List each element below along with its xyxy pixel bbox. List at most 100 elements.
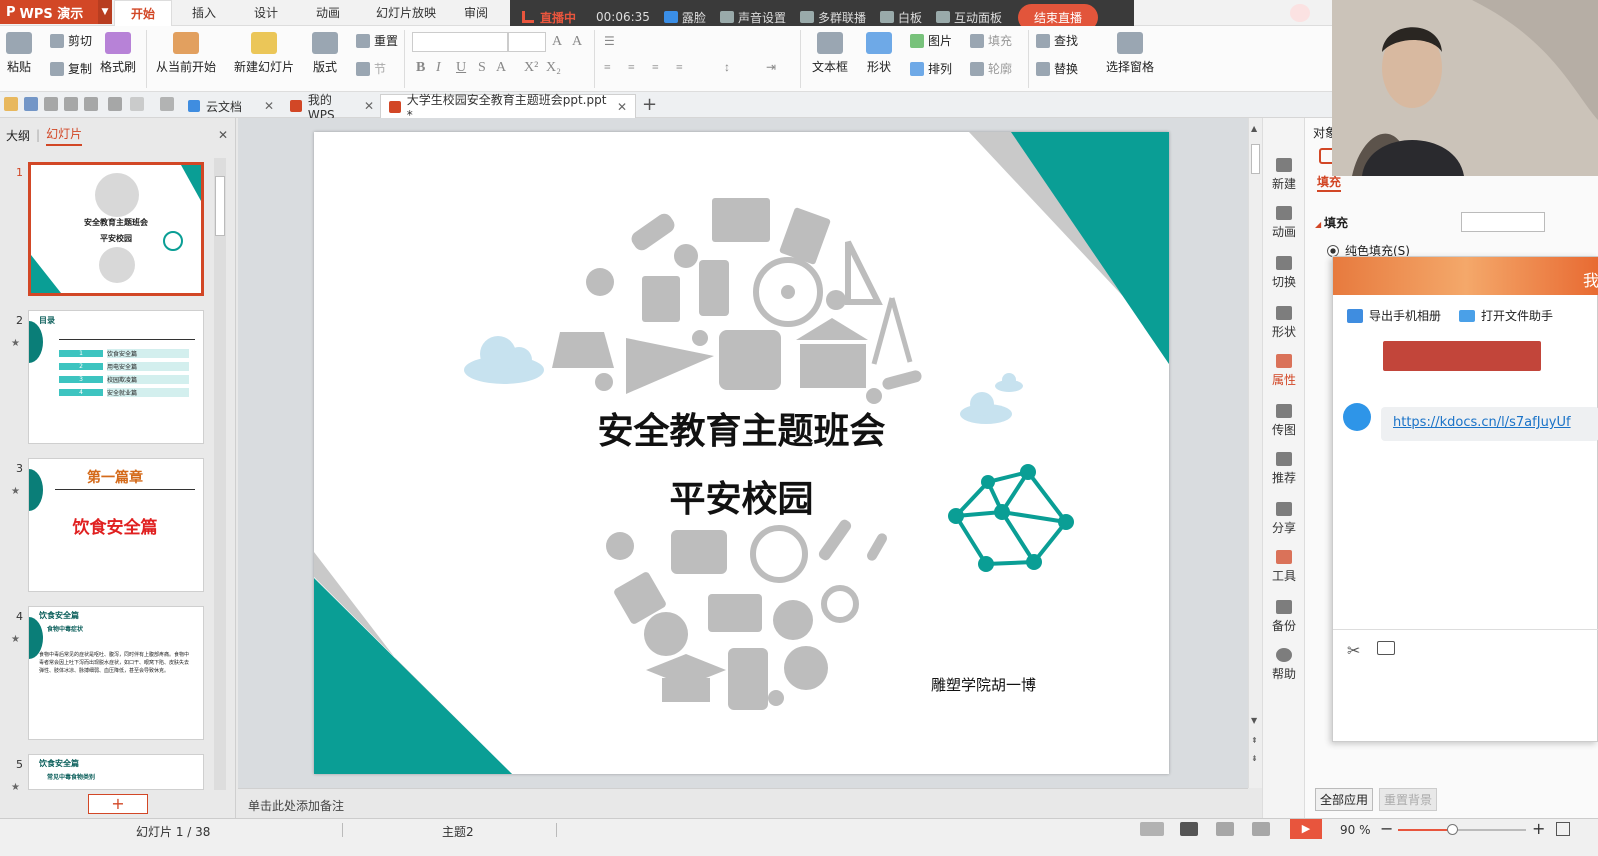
tab-current-document[interactable]: 大学生校园安全教育主题班会ppt.ppt * ✕: [380, 93, 636, 122]
editor-scrollbar[interactable]: ▲ ▼ ⇞ ⇟: [1248, 118, 1262, 788]
shape-button[interactable]: 形状: [866, 32, 892, 75]
close-icon[interactable]: ✕: [218, 128, 228, 142]
rail-share-button[interactable]: 分享: [1263, 502, 1305, 536]
font-size-select[interactable]: [508, 32, 546, 52]
notes-area[interactable]: 单击此处添加备注: [238, 788, 1248, 818]
underline-icon[interactable]: U: [456, 60, 466, 76]
rail-upload-image-button[interactable]: 传图: [1263, 404, 1305, 438]
rail-animation-button[interactable]: 动画: [1263, 206, 1305, 240]
increase-font-icon[interactable]: A: [552, 34, 562, 50]
undo-icon[interactable]: [108, 97, 122, 111]
paste-button[interactable]: 粘贴: [6, 32, 32, 75]
tab-design[interactable]: 设计: [242, 0, 290, 26]
slide-thumbnail-4[interactable]: 饮食安全篇 食物中毒症状 食物中毒后常见的症状是呕吐、腹泻，同时伴有上腹部疼痛。…: [28, 606, 204, 740]
export-icon[interactable]: [44, 97, 58, 111]
close-icon[interactable]: ✕: [264, 99, 274, 113]
whiteboard-button[interactable]: 白板: [879, 9, 922, 26]
slide-author[interactable]: 雕塑学院胡一博: [931, 674, 1036, 695]
cut-button[interactable]: 剪切: [50, 32, 92, 49]
play-from-current-button[interactable]: 从当前开始: [156, 32, 216, 75]
fit-window-icon[interactable]: [1556, 822, 1570, 836]
subscript-icon[interactable]: X₂: [546, 60, 561, 76]
scroll-down-icon[interactable]: ▼: [1251, 716, 1257, 725]
wps-app-menu-button[interactable]: P WPS 演示 ▼: [0, 0, 112, 24]
tab-outline[interactable]: 大纲: [6, 127, 30, 144]
reset-background-button[interactable]: 重置背景: [1379, 788, 1438, 811]
scroll-up-icon[interactable]: ▲: [1251, 124, 1257, 133]
apply-all-button[interactable]: 全部应用: [1315, 788, 1374, 811]
zoom-out-icon[interactable]: −: [1380, 819, 1393, 838]
zoom-in-icon[interactable]: +: [1532, 819, 1545, 838]
multi-group-button[interactable]: 多群联播: [799, 9, 866, 26]
line-spacing-icon[interactable]: ↕: [724, 60, 730, 75]
tab-slideshow[interactable]: 幻灯片放映: [364, 0, 448, 26]
folder-icon[interactable]: [1377, 641, 1395, 655]
prev-slide-icon[interactable]: ⇞: [1251, 736, 1258, 745]
slide-sorter-icon[interactable]: [1216, 822, 1234, 836]
reading-view-icon[interactable]: [1252, 822, 1270, 836]
tab-insert[interactable]: 插入: [180, 0, 228, 26]
layout-button[interactable]: 版式: [312, 32, 338, 75]
tab-animation[interactable]: 动画: [304, 0, 352, 26]
new-tab-plus-icon[interactable]: +: [642, 94, 657, 115]
tab-home[interactable]: 开始: [114, 0, 172, 26]
reset-button[interactable]: 重置: [356, 32, 398, 49]
interaction-panel-button[interactable]: 互动面板: [935, 9, 1002, 26]
rail-help-button[interactable]: 帮助: [1263, 648, 1305, 682]
textbox-button[interactable]: 文本框: [812, 32, 848, 75]
redo-icon[interactable]: [130, 97, 144, 111]
print-icon[interactable]: [64, 97, 78, 111]
slide-thumbnail-1[interactable]: 安全教育主题班会 平安校园: [28, 162, 204, 296]
format-painter-button[interactable]: 格式刷: [100, 32, 136, 75]
camera-button[interactable]: 露脸: [663, 9, 706, 26]
open-icon[interactable]: [4, 97, 18, 111]
rail-properties-button[interactable]: 属性: [1263, 354, 1305, 388]
slide-thumbnail-3[interactable]: 第一篇章 饮食安全篇: [28, 458, 204, 592]
audio-settings-button[interactable]: 声音设置: [719, 9, 786, 26]
chevron-down-icon[interactable]: ▼: [98, 0, 112, 24]
rail-transition-button[interactable]: 切换: [1263, 256, 1305, 290]
bullets-icon[interactable]: ☰: [604, 34, 615, 49]
shared-link[interactable]: https://kdocs.cn/l/s7afJuyUf: [1381, 407, 1598, 441]
fill-button[interactable]: 填充: [970, 32, 1012, 49]
align-center-icon[interactable]: ≡: [628, 60, 635, 75]
rail-backup-button[interactable]: 备份: [1263, 600, 1305, 634]
close-icon[interactable]: ✕: [364, 99, 374, 113]
decrease-font-icon[interactable]: A: [572, 34, 582, 50]
rail-shape-button[interactable]: 形状: [1263, 306, 1305, 340]
spell-check-icon[interactable]: [1140, 822, 1164, 836]
replace-button[interactable]: 替换: [1036, 60, 1078, 77]
selection-pane-button[interactable]: 选择窗格: [1106, 32, 1154, 75]
fill-color-select[interactable]: [1461, 212, 1545, 232]
copy-button[interactable]: 复制: [50, 60, 92, 77]
tab-slides[interactable]: 幻灯片: [46, 125, 83, 146]
new-slide-button[interactable]: 新建幻灯片: [234, 32, 294, 75]
bold-icon[interactable]: B: [416, 60, 425, 76]
next-slide-icon[interactable]: ⇟: [1251, 754, 1258, 763]
normal-view-icon[interactable]: [1180, 822, 1198, 836]
slide-thumbnail-2[interactable]: 目录 1 饮食安全篇 2 用电安全篇 3 校园欺凌篇 4 安全就业篇: [28, 310, 204, 444]
save-icon[interactable]: [24, 97, 38, 111]
thumbnail-scrollbar[interactable]: [214, 158, 226, 790]
indent-icon[interactable]: ⇥: [766, 60, 776, 75]
current-slide[interactable]: 安全教育主题班会 平安校园 雕塑学院胡一博: [314, 132, 1169, 774]
tab-my-wps[interactable]: 我的WPS ✕: [282, 93, 382, 122]
image-preview[interactable]: [1383, 341, 1541, 371]
align-right-icon[interactable]: ≡: [652, 60, 659, 75]
slide-thumbnail-5[interactable]: 饮食安全篇 常见中毒食物类别: [28, 754, 204, 790]
slide-title[interactable]: 安全教育主题班会: [314, 402, 1169, 454]
preview-icon[interactable]: [84, 97, 98, 111]
picture-button[interactable]: 图片: [910, 32, 952, 49]
font-color-icon[interactable]: A: [496, 60, 506, 76]
outline-button[interactable]: 轮廓: [970, 60, 1012, 77]
align-left-icon[interactable]: ≡: [604, 60, 611, 75]
rail-tools-button[interactable]: 工具: [1263, 550, 1305, 584]
slide-subtitle[interactable]: 平安校园: [314, 470, 1169, 522]
fill-section[interactable]: ◢ 填充: [1315, 214, 1348, 231]
tab-cloud-docs[interactable]: 云文档 ✕: [180, 94, 282, 118]
more-icon[interactable]: [160, 97, 174, 111]
justify-icon[interactable]: ≡: [676, 60, 683, 75]
tab-review[interactable]: 审阅: [452, 0, 500, 26]
rail-recommend-button[interactable]: 推荐: [1263, 452, 1305, 486]
open-file-helper-button[interactable]: 打开文件助手: [1459, 307, 1553, 324]
